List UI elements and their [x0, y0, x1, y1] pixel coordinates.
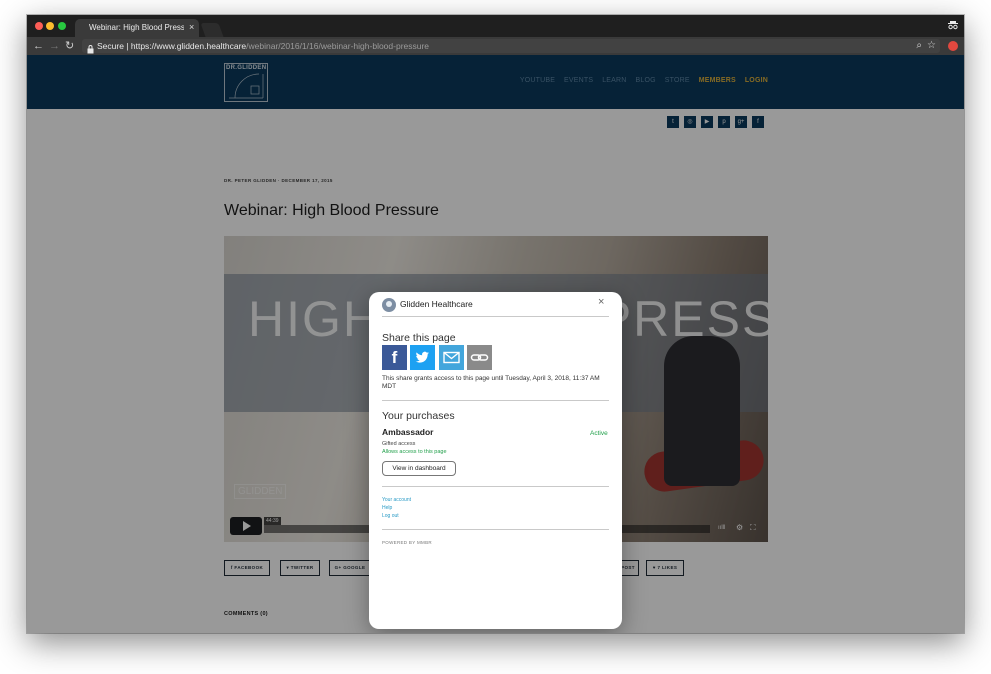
share-facebook-icon[interactable]: f: [382, 345, 407, 370]
logout-link[interactable]: Log out: [382, 513, 399, 519]
lock-icon: [86, 41, 95, 54]
minimize-window-button[interactable]: [46, 22, 54, 30]
share-modal: Glidden Healthcare × Share this page f T…: [369, 292, 622, 629]
product-access: Allows access to this page: [382, 449, 447, 455]
url-secure-label: Secure: [97, 41, 124, 51]
powered-by: POWERED BY MMBR: [382, 540, 432, 545]
close-window-button[interactable]: [35, 22, 43, 30]
share-note: This share grants access to this page un…: [382, 375, 600, 390]
brand-avatar: [382, 298, 396, 312]
address-bar[interactable]: Secure | https://www.glidden.healthcare/…: [82, 39, 940, 54]
new-tab-button[interactable]: [200, 23, 224, 37]
incognito-icon: [948, 20, 958, 33]
url-host: https://www.glidden.healthcare: [130, 41, 247, 51]
modal-close-icon[interactable]: ×: [598, 297, 604, 308]
tab-webinar[interactable]: Webinar: High Blood Pressure ×: [75, 19, 199, 37]
forward-icon[interactable]: →: [49, 39, 60, 53]
help-link[interactable]: Help: [382, 505, 392, 511]
extension-icon[interactable]: [948, 41, 958, 51]
browser-toolbar: ← → ↻ Secure | https://www.glidden.healt…: [27, 37, 964, 55]
share-email-icon[interactable]: [439, 345, 464, 370]
product-detail: Gifted access: [382, 441, 416, 447]
share-link-icon[interactable]: [467, 345, 492, 370]
share-twitter-icon[interactable]: [410, 345, 435, 370]
url-path: /webinar/2016/1/16/webinar-high-blood-pr…: [246, 41, 430, 51]
view-dashboard-button[interactable]: View in dashboard: [382, 461, 456, 476]
share-heading: Share this page: [382, 332, 456, 344]
status-badge: Active: [590, 430, 608, 437]
browser-window: Webinar: High Blood Pressure × ← → ↻ Sec…: [27, 15, 964, 633]
reload-icon[interactable]: ↻: [65, 39, 74, 53]
url-text: Secure | https://www.glidden.healthcare/…: [97, 41, 430, 51]
divider: [382, 486, 609, 487]
modal-brand: Glidden Healthcare: [400, 299, 473, 309]
tab-bar: Webinar: High Blood Pressure ×: [27, 15, 964, 37]
tab-title: Webinar: High Blood Pressure: [89, 23, 184, 32]
zoom-icon[interactable]: ⌕: [916, 40, 922, 51]
zoom-window-button[interactable]: [58, 22, 66, 30]
divider: [382, 400, 609, 401]
bookmark-star-icon[interactable]: ☆: [927, 40, 936, 51]
product-name: Ambassador: [382, 427, 434, 437]
back-icon[interactable]: ←: [33, 39, 44, 53]
your-account-link[interactable]: Your account: [382, 497, 411, 503]
tab-close-icon[interactable]: ×: [189, 22, 194, 32]
divider: [382, 316, 609, 317]
divider: [382, 529, 609, 530]
purchases-heading: Your purchases: [382, 410, 455, 422]
web-page: DR.GLIDDEN YOUTUBE EVENTS LEARN BLOG STO…: [27, 55, 964, 633]
